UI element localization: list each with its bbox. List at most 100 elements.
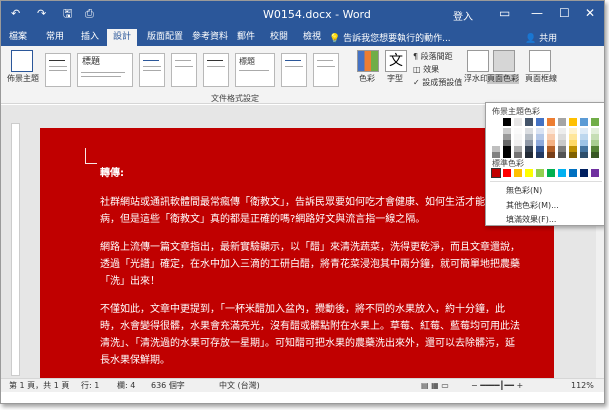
color-swatch[interactable] [591, 152, 599, 158]
share-button[interactable]: 👤 共用 [525, 31, 557, 44]
style-set-gallery: 標題 標題 [45, 49, 345, 89]
color-swatch[interactable] [503, 152, 511, 158]
save-icon[interactable]: 🖫 [63, 8, 72, 20]
fill-effects-item[interactable]: 填滿效果(F)... [506, 214, 556, 225]
color-swatch[interactable] [591, 169, 599, 177]
status-bar: 第 1 頁，共 1 頁 行: 1 欄: 4 636 個字 中文 (台灣) ▤ ▦… [1, 378, 604, 392]
color-swatch[interactable] [580, 152, 588, 158]
redo-icon[interactable]: ↷ [37, 8, 46, 20]
undo-icon[interactable]: ↶ [11, 8, 20, 20]
more-colors-item[interactable]: 其他色彩(M)... [506, 200, 559, 211]
ribbon-display-icon[interactable]: ▭ [499, 6, 510, 20]
fonts-icon[interactable]: 文 [385, 50, 407, 72]
zoom-level[interactable]: 112% [571, 381, 594, 391]
color-swatch[interactable] [558, 118, 566, 126]
set-default-button[interactable]: ✓ 設成預設值 [413, 78, 462, 88]
color-swatch[interactable] [503, 118, 511, 126]
style-thumbnail[interactable] [203, 53, 229, 87]
color-swatch[interactable] [503, 169, 511, 177]
style-thumbnail[interactable] [281, 53, 307, 87]
color-swatch[interactable] [569, 169, 577, 177]
color-swatch[interactable] [547, 152, 555, 158]
page-color-button[interactable]: 頁面色彩 [487, 74, 519, 84]
window-title: W0154.docx - Word [263, 8, 371, 21]
color-swatch[interactable] [580, 169, 588, 177]
page-borders-icon[interactable] [529, 50, 551, 72]
theme-colors-header: 佈景主題色彩 [492, 107, 540, 116]
page-color-dropdown: 佈景主題色彩 標準色彩 無色彩(N) 其他色彩(M)... 填滿效果(F)... [485, 102, 604, 226]
style-thumbnail[interactable] [45, 53, 71, 87]
style-thumbnail[interactable] [313, 53, 339, 87]
page-indicator[interactable]: 第 1 頁，共 1 頁 [9, 381, 69, 391]
color-swatch[interactable] [558, 169, 566, 177]
style-thumbnail[interactable] [139, 53, 165, 87]
color-swatch[interactable] [525, 118, 533, 126]
color-swatch[interactable] [569, 118, 577, 126]
no-color-item[interactable]: 無色彩(N) [506, 185, 542, 196]
themes-icon[interactable] [11, 50, 33, 72]
tab-home[interactable]: 常用 [46, 31, 64, 43]
tab-design[interactable]: 設計 [107, 29, 138, 46]
standard-colors-header: 標準色彩 [492, 159, 524, 168]
colors-icon[interactable] [357, 50, 379, 72]
paragraph-3: 不僅如此，文章中更提到，「一杯米醋加入盆內，攪動後，將不同的水果放入，約十分鐘，… [100, 304, 520, 366]
watermark-icon[interactable] [467, 50, 489, 72]
paragraph-1: 社群網站或通訊軟體間最常瘋傳「衛教文」，告訴民眾要如何吃才會健康、如何生活才能避… [100, 197, 515, 225]
color-swatch[interactable] [492, 118, 500, 126]
page-color-icon[interactable] [493, 50, 515, 72]
color-swatch[interactable] [547, 169, 555, 177]
color-swatch[interactable] [492, 152, 500, 158]
color-swatch[interactable] [514, 169, 522, 177]
style-thumbnail[interactable]: 標題 [77, 53, 133, 87]
color-swatch[interactable] [525, 169, 533, 177]
maximize-icon[interactable]: ☐ [559, 6, 570, 20]
colors-button[interactable]: 色彩 [359, 74, 375, 84]
effects-button[interactable]: ◫ 效果 [413, 65, 439, 75]
tab-references[interactable]: 參考資料 [192, 31, 228, 43]
tab-layout[interactable]: 版面配置 [147, 31, 183, 43]
word-count[interactable]: 636 個字 [151, 381, 185, 391]
color-swatch[interactable] [569, 152, 577, 158]
line-indicator: 行: 1 [81, 381, 100, 390]
color-swatch[interactable] [547, 118, 555, 126]
page-borders-button[interactable]: 頁面框線 [525, 74, 557, 84]
tab-review[interactable]: 校閱 [270, 31, 288, 43]
margin-crop-mark [85, 148, 97, 164]
zoom-slider[interactable]: − ━━━━┃━━ + [471, 381, 523, 391]
column-indicator: 欄: 4 [117, 381, 136, 390]
color-swatch[interactable] [536, 169, 544, 177]
style-thumbnail[interactable]: 標題 [235, 53, 275, 87]
minimize-icon[interactable]: — [531, 6, 543, 20]
close-icon[interactable]: ✕ [585, 6, 595, 20]
tell-me-search[interactable]: 💡 告訴我您想要執行的動作... [329, 31, 451, 44]
tab-mailings[interactable]: 郵件 [237, 31, 255, 43]
color-swatch[interactable] [514, 118, 522, 126]
tab-insert[interactable]: 插入 [81, 31, 99, 43]
tab-view[interactable]: 檢視 [303, 31, 321, 43]
color-swatch[interactable] [491, 168, 501, 178]
fonts-button[interactable]: 字型 [387, 74, 403, 84]
color-swatch[interactable] [536, 152, 544, 158]
paragraph-spacing-button[interactable]: ¶ 段落間距 [413, 52, 453, 62]
view-buttons[interactable]: ▤ ▦ ▭ [421, 381, 449, 391]
color-swatch[interactable] [591, 118, 599, 126]
color-swatch[interactable] [580, 118, 588, 126]
group-label: 文件格式設定 [211, 94, 259, 103]
design-ribbon: 佈景主題 標題 標題 色彩 文 字型 ¶ 段落間距 ◫ 效果 ✓ 設成預設值 浮… [1, 46, 604, 104]
color-swatch[interactable] [536, 118, 544, 126]
language-indicator[interactable]: 中文 (台灣) [219, 381, 260, 391]
watermark-button[interactable]: 浮水印 [464, 74, 488, 84]
ribbon-tabs: 檔案 常用 插入 設計 版面配置 參考資料 郵件 校閱 檢視 💡 告訴我您想要執… [1, 29, 604, 46]
title-bar: ↶ ↷ 🖫 ⎙ W0154.docx - Word 登入 ▭ — ☐ ✕ [1, 1, 604, 29]
color-swatch[interactable] [525, 152, 533, 158]
tab-file[interactable]: 檔案 [9, 31, 27, 43]
themes-button[interactable]: 佈景主題 [7, 74, 39, 84]
document-page[interactable]: 轉傳: 社群網站或通訊軟體間最常瘋傳「衛教文」，告訴民眾要如何吃才會健康、如何生… [40, 128, 554, 378]
vertical-ruler [11, 123, 20, 376]
word-window: ↶ ↷ 🖫 ⎙ W0154.docx - Word 登入 ▭ — ☐ ✕ 檔案 … [0, 0, 605, 404]
style-thumbnail[interactable] [171, 53, 197, 87]
sign-in-link[interactable]: 登入 [453, 8, 473, 23]
color-swatch[interactable] [558, 152, 566, 158]
color-swatch[interactable] [514, 152, 522, 158]
print-icon[interactable]: ⎙ [85, 8, 94, 20]
